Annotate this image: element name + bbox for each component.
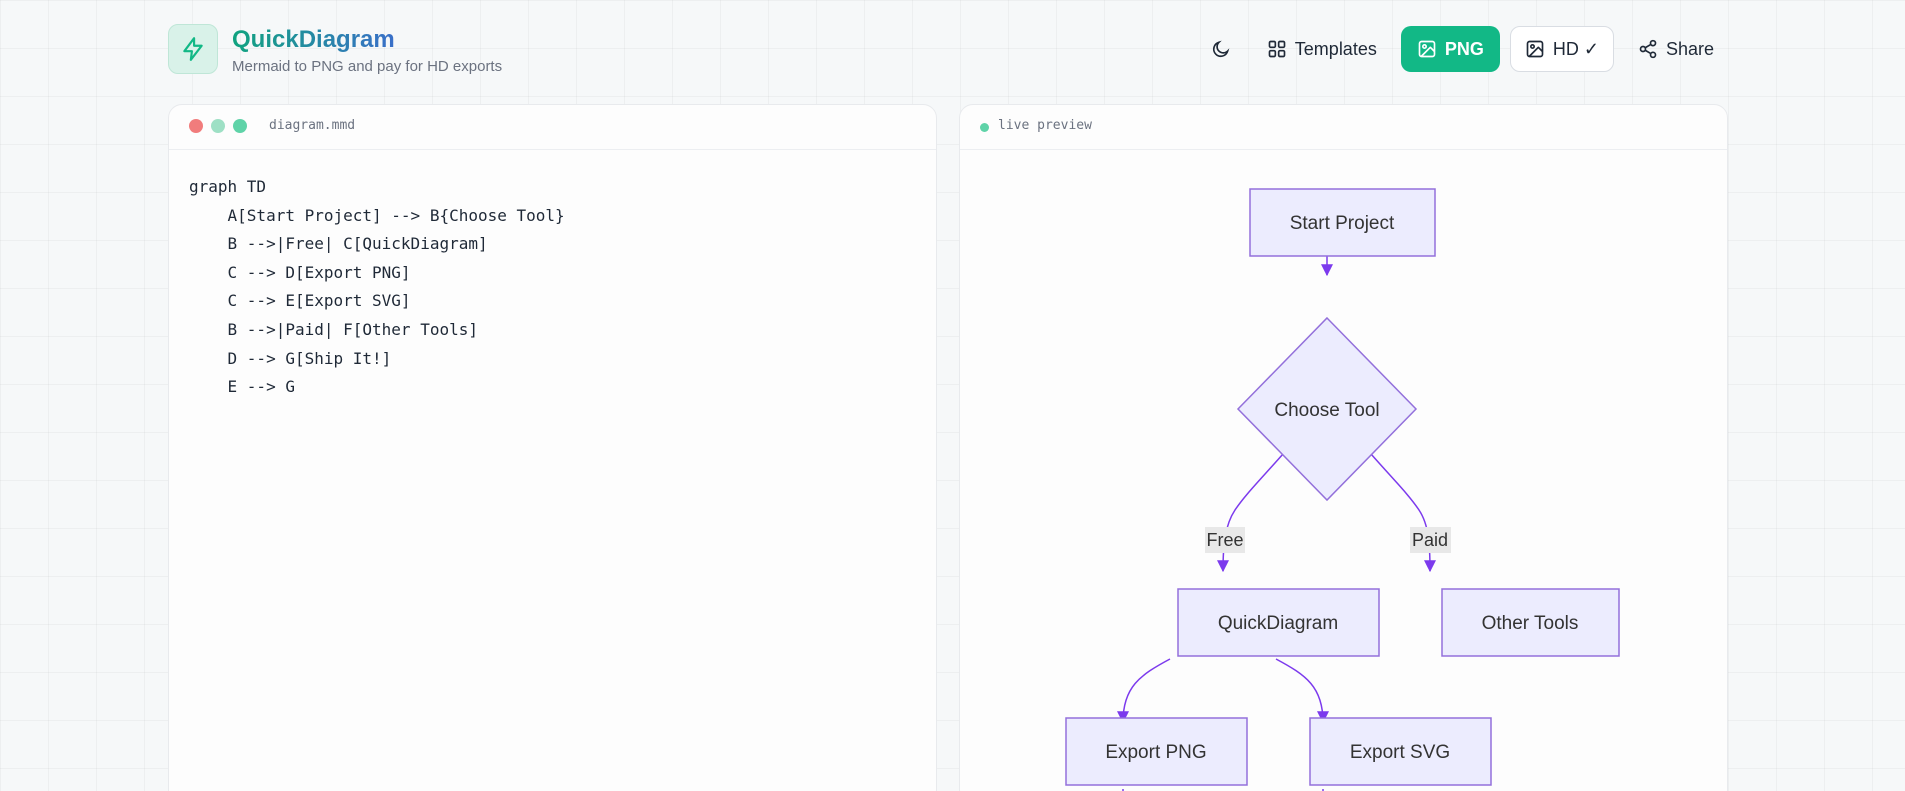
node-start-project-label: Start Project xyxy=(1290,213,1395,234)
code-line: B -->|Free| C[QuickDiagram] xyxy=(189,234,488,254)
app-header: QuickDiagram Mermaid to PNG and pay for … xyxy=(168,24,1728,75)
logo[interactable] xyxy=(168,24,218,74)
node-export-svg-label: Export SVG xyxy=(1350,742,1450,763)
image-icon xyxy=(1526,40,1544,58)
code-editor[interactable]: graph TD A[Start Project] --> B{Choose T… xyxy=(189,173,565,402)
theme-toggle-button[interactable] xyxy=(1199,26,1243,72)
code-line: B -->|Paid| F[Other Tools] xyxy=(189,319,478,339)
code-line: C --> E[Export SVG] xyxy=(189,291,411,311)
grid-icon xyxy=(1268,40,1286,58)
share-icon xyxy=(1639,39,1657,59)
preview-panel: live preview Free Paid Start Project Cho… xyxy=(959,104,1728,791)
window-minimize-dot[interactable] xyxy=(211,119,225,133)
code-line: D --> G[Ship It!] xyxy=(189,348,392,368)
edge-label-paid-text: Paid xyxy=(1412,530,1448,550)
editor-titlebar: diagram.mmd xyxy=(169,105,936,150)
toolbar: Templates PNG HD ✓ Share xyxy=(1199,26,1728,72)
code-editor-panel: diagram.mmd graph TD A[Start Project] --… xyxy=(168,104,937,791)
code-line: A[Start Project] --> B{Choose Tool} xyxy=(189,205,565,225)
png-label: PNG xyxy=(1444,38,1484,59)
edge-quick-png xyxy=(1117,658,1171,724)
flowchart: Free Paid Start Project Choose Tool Quic… xyxy=(1065,188,1620,791)
templates-label: Templates xyxy=(1294,38,1377,59)
edge-quick-svg xyxy=(1275,658,1329,724)
edge-label-paid: Paid xyxy=(1410,527,1451,553)
code-line: E --> G xyxy=(189,377,295,397)
code-line: graph TD xyxy=(189,177,267,196)
lightning-icon xyxy=(183,37,203,61)
hd-label: HD ✓ xyxy=(1552,38,1599,59)
app-subtitle: Mermaid to PNG and pay for HD exports xyxy=(232,58,503,75)
templates-button[interactable]: Templates xyxy=(1253,26,1391,72)
node-choose-tool-label: Choose Tool xyxy=(1274,400,1379,421)
share-button[interactable]: Share xyxy=(1624,26,1728,72)
image-icon xyxy=(1418,40,1436,58)
window-maximize-dot[interactable] xyxy=(233,119,247,133)
node-export-png-label: Export PNG xyxy=(1105,742,1206,763)
code-line: C --> D[Export PNG] xyxy=(189,262,411,282)
editor-filename: diagram.mmd xyxy=(269,118,356,133)
share-label: Share xyxy=(1665,38,1714,59)
window-close-dot[interactable] xyxy=(189,119,203,133)
node-quickdiagram-label: QuickDiagram xyxy=(1218,613,1338,634)
edge-label-free-text: Free xyxy=(1206,530,1243,550)
moon-icon xyxy=(1212,40,1230,58)
app-title: QuickDiagram xyxy=(232,26,395,53)
png-export-button[interactable]: PNG xyxy=(1400,26,1500,72)
node-other-tools-label: Other Tools xyxy=(1482,613,1579,634)
edge-choose-quick xyxy=(1217,453,1284,573)
edge-choose-other xyxy=(1370,453,1436,573)
hd-export-button[interactable]: HD ✓ xyxy=(1509,26,1614,72)
edge-label-free: Free xyxy=(1205,527,1245,553)
